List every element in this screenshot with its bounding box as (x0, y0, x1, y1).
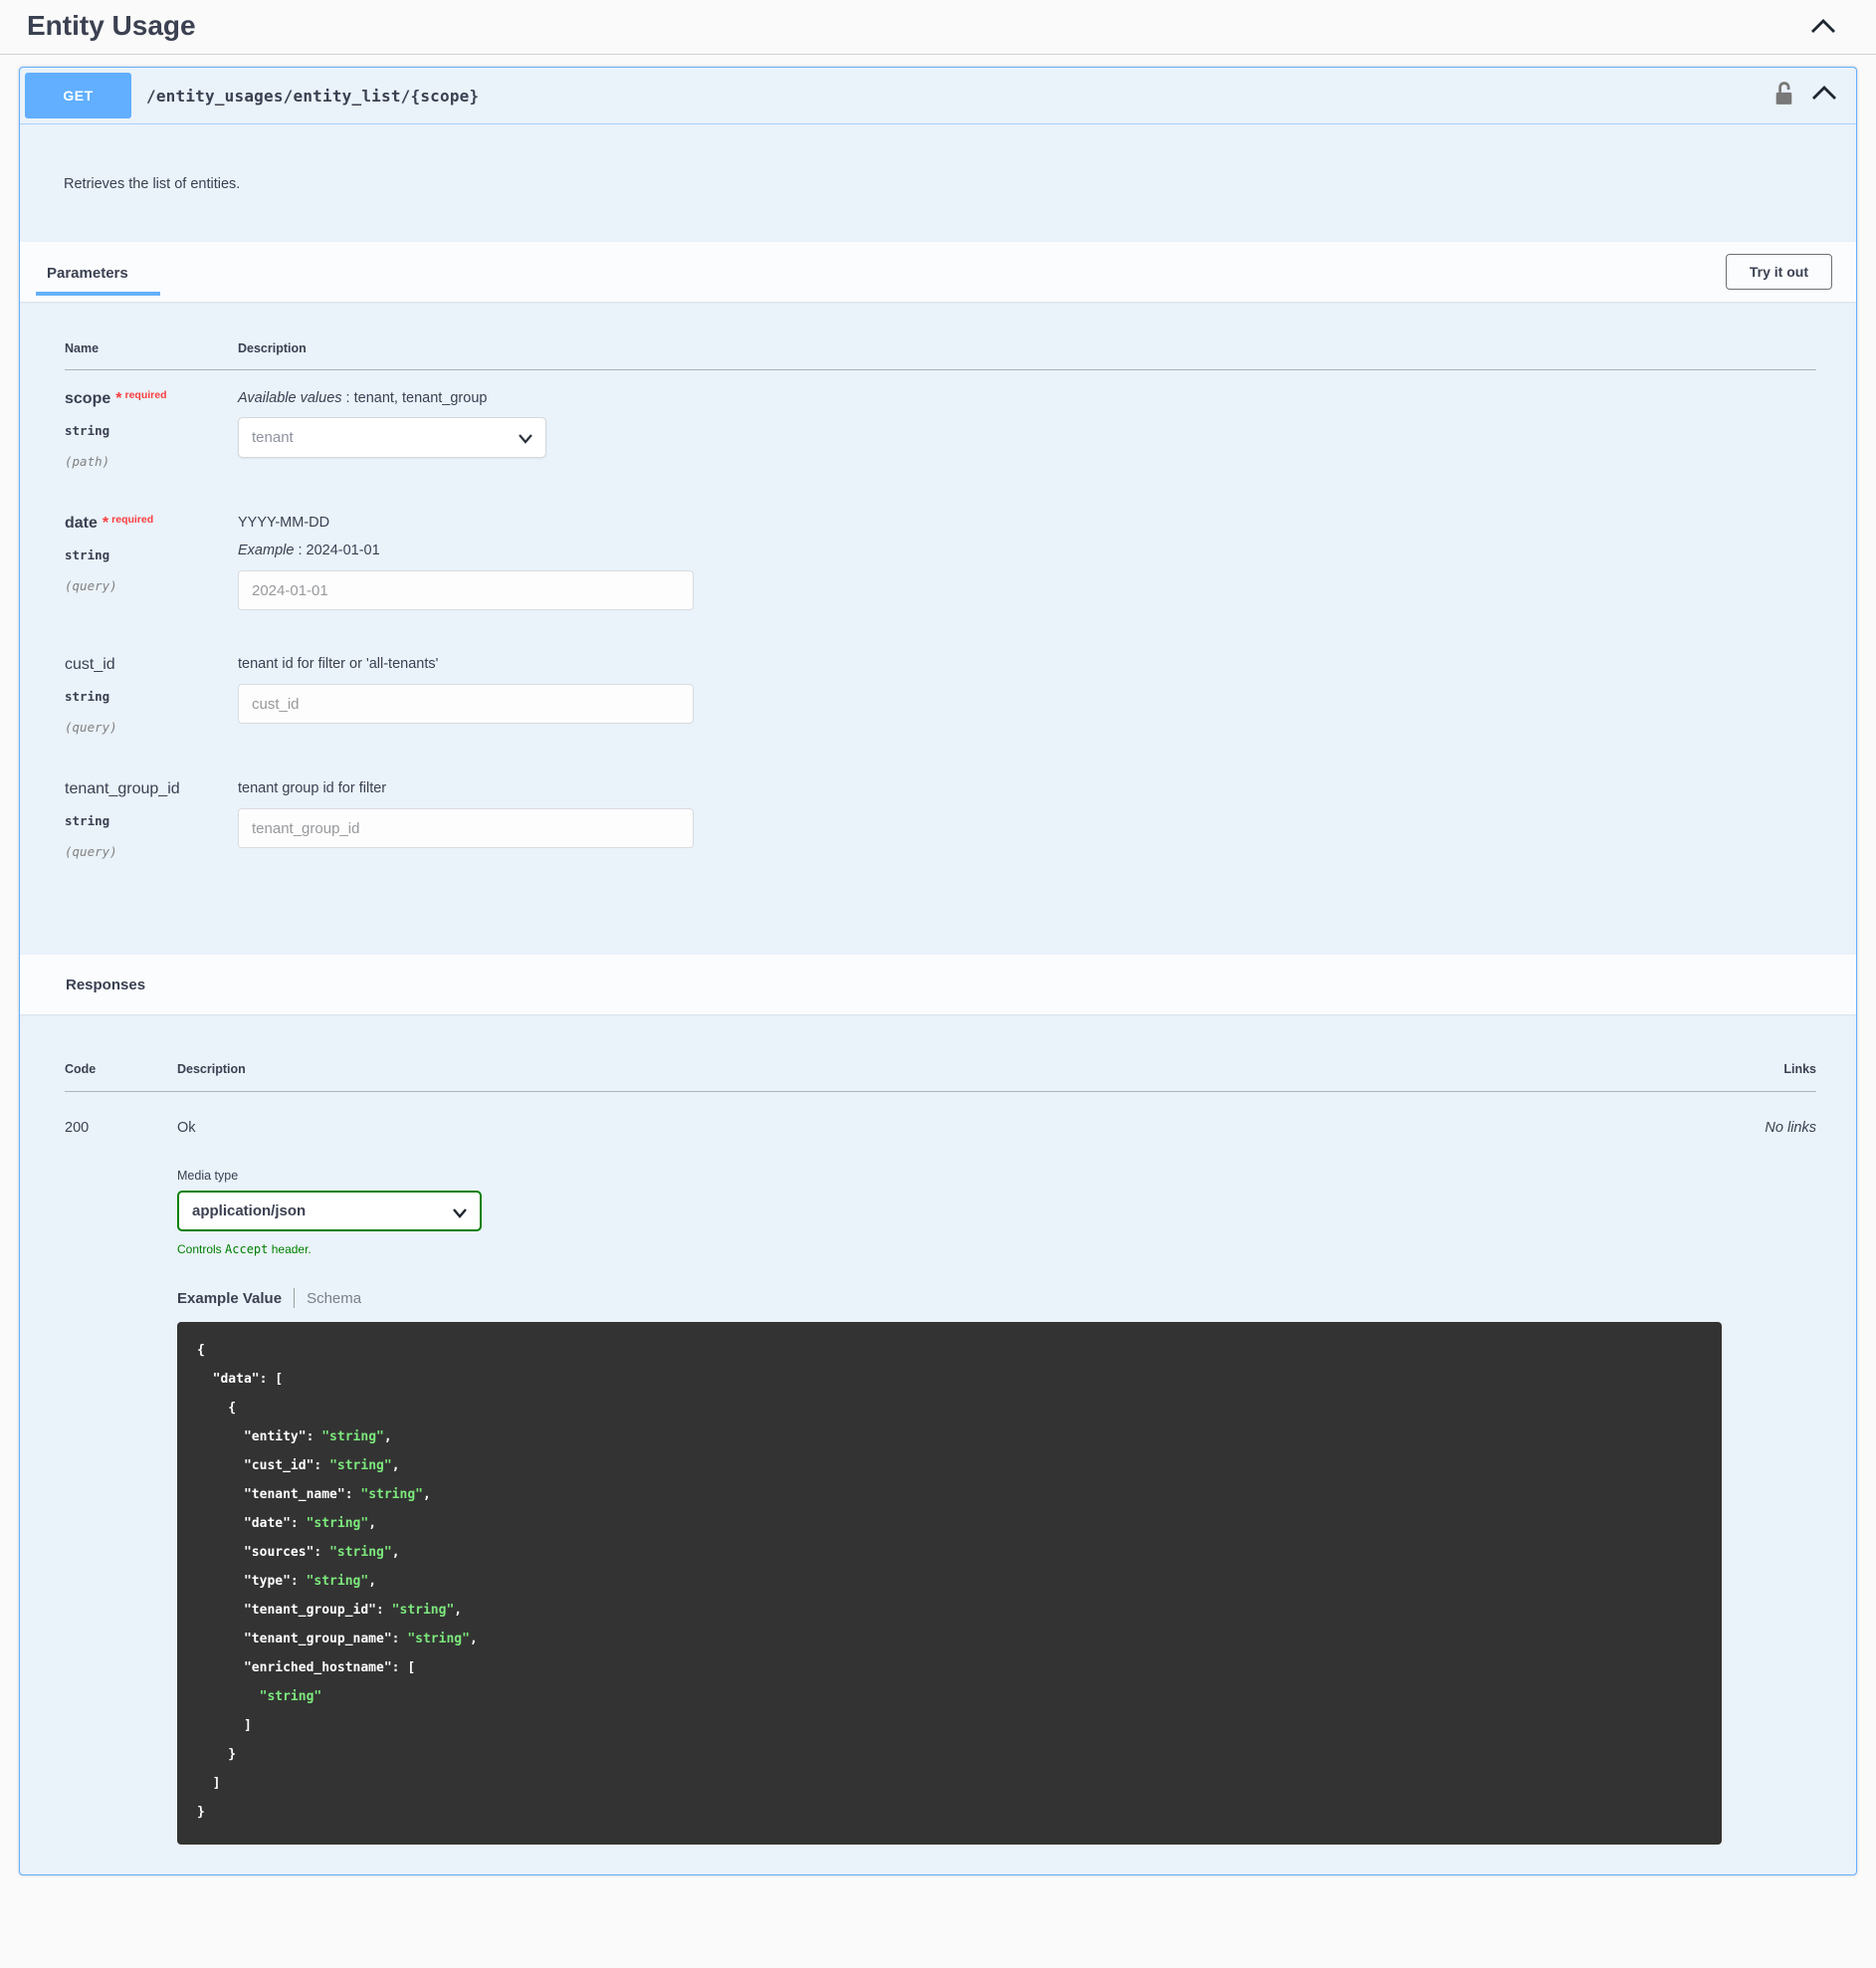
tenant-group-id-input[interactable] (238, 808, 694, 848)
required-label: required (111, 514, 154, 526)
auth-unlock-icon[interactable] (1772, 80, 1795, 112)
param-name-tenant-group-id: tenant_group_id (65, 780, 180, 797)
param-row-tenant-group-id: tenant_group_id string (query) tenant gr… (65, 761, 1816, 885)
responses-header-row: Code Description Links (65, 1062, 1816, 1092)
try-it-out-button[interactable]: Try it out (1725, 254, 1832, 290)
get-operation-block: GET /entity_usages/entity_list/{scope} R… (19, 67, 1857, 1875)
param-location: (query) (65, 844, 117, 859)
date-input[interactable] (238, 570, 694, 610)
responses-col-links: Links (1783, 1062, 1816, 1076)
operation-collapse-chevron-up-icon[interactable] (1811, 86, 1837, 106)
operation-summary-row[interactable]: GET /entity_usages/entity_list/{scope} (20, 68, 1856, 124)
required-label: required (124, 389, 167, 401)
responses-section-header: Responses (20, 955, 1856, 1014)
param-row-scope: scope * required string (path) Available v… (65, 370, 1816, 495)
endpoint-path: /entity_usages/entity_list/{scope} (146, 86, 480, 106)
param-description: tenant id for filter or 'all-tenants' (238, 656, 439, 672)
operation-description: Retrieves the list of entities. (64, 176, 241, 192)
param-type: string (65, 689, 110, 704)
param-example: Example : 2024-01-01 (238, 543, 380, 558)
responses-col-description: Description (177, 1062, 246, 1076)
param-type: string (65, 813, 110, 828)
media-type-label: Media type (177, 1169, 239, 1183)
param-name-date: date * required (65, 514, 154, 532)
tab-parameters: Parameters (36, 249, 160, 296)
parameters-col-name: Name (65, 341, 100, 355)
get-method-badge: GET (25, 73, 131, 118)
param-row-cust-id: cust_id string (query) tenant id for fil… (65, 636, 1816, 761)
cust-id-input[interactable] (238, 684, 694, 724)
param-type: string (65, 547, 110, 562)
scope-select-control[interactable]: tenant (239, 418, 545, 457)
tag-section-header[interactable]: Entity Usage (0, 0, 1876, 55)
tag-title: Entity Usage (27, 10, 196, 41)
parameters-header-row: Name Description (65, 341, 1816, 370)
response-row-200: 200 Ok Media type application/json Contr… (65, 1092, 1816, 1845)
swagger-page: Entity Usage GET /entity_usages/entity_l… (0, 0, 1876, 1875)
response-description: Ok (177, 1120, 196, 1136)
param-description: YYYY-MM-DD (238, 515, 330, 531)
tab-schema[interactable]: Schema (307, 1290, 361, 1307)
param-description: tenant group id for filter (238, 780, 387, 796)
tag-collapse-chevron-up-icon[interactable] (1810, 18, 1836, 34)
param-row-date: date * required string (query) YYYY-MM-DD … (65, 495, 1816, 636)
responses-table: Code Description Links 200 Ok Media type… (20, 1014, 1856, 1874)
param-location: (query) (65, 578, 117, 593)
media-type-select-control[interactable]: application/json (179, 1193, 480, 1229)
operation-description-wrapper: Retrieves the list of entities. (20, 124, 1856, 242)
tab-example-value[interactable]: Example Value (177, 1290, 282, 1307)
param-available-values: Available values : tenant, tenant_group (238, 390, 488, 406)
parameters-col-description: Description (238, 341, 307, 355)
responses-col-code: Code (65, 1062, 97, 1076)
parameters-section-header: Parameters Try it out (20, 242, 1856, 302)
media-type-select[interactable]: application/json (177, 1191, 482, 1231)
param-name-scope: scope * required (65, 389, 167, 407)
param-location: (query) (65, 720, 117, 735)
example-code: { "data": [ { "entity": "string", "cust_… (177, 1322, 1722, 1845)
response-code: 200 (65, 1120, 90, 1136)
responses-title: Responses (66, 976, 146, 993)
response-links: No links (1765, 1120, 1816, 1136)
required-asterisk: * (115, 390, 122, 407)
param-type: string (65, 423, 110, 438)
example-schema-tabs: Example Value Schema (177, 1288, 1722, 1308)
scope-select[interactable]: tenant (238, 417, 546, 458)
required-asterisk: * (102, 515, 109, 532)
tab-separator (294, 1288, 296, 1308)
controls-accept-header-note: Controls Accept header. (177, 1242, 312, 1256)
param-location: (path) (65, 454, 110, 469)
param-name-cust-id: cust_id (65, 656, 115, 673)
parameters-table: Name Description scope * required string (… (20, 302, 1856, 955)
